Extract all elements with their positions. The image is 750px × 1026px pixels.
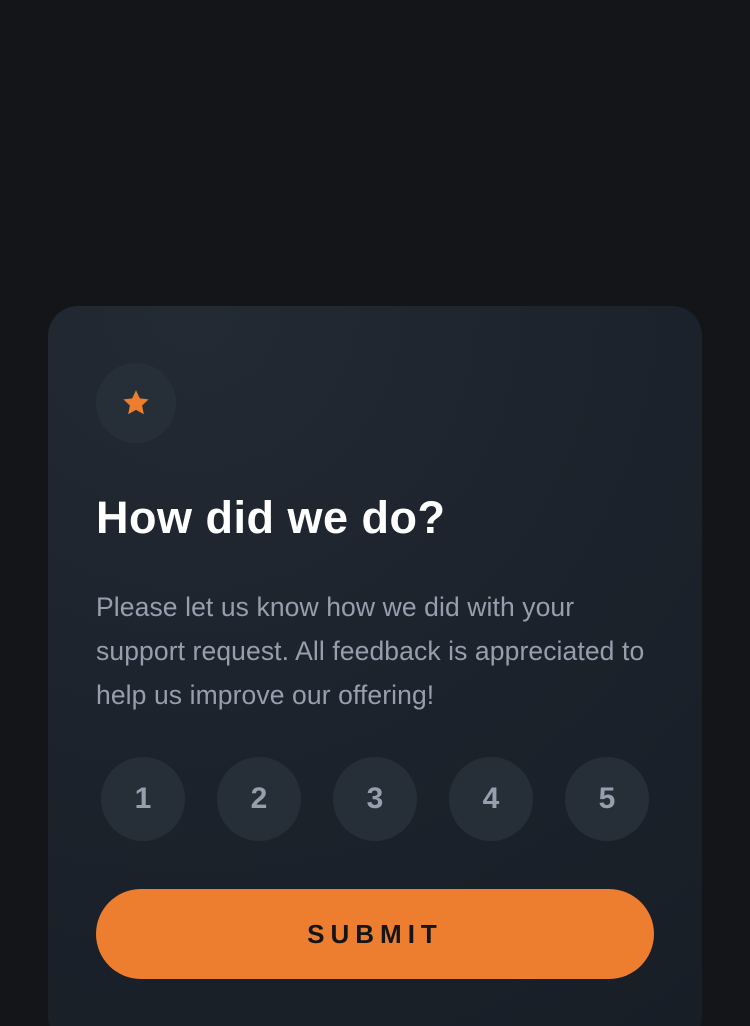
card-description: Please let us know how we did with your … — [96, 592, 645, 710]
rating-card: How did we do? Please let us know how we… — [48, 306, 702, 1026]
rating-button-4[interactable]: 4 — [449, 757, 533, 841]
star-badge — [96, 363, 176, 443]
rating-button-3[interactable]: 3 — [333, 757, 417, 841]
page: How did we do? Please let us know how we… — [0, 0, 750, 1026]
submit-button[interactable]: SUBMIT — [96, 889, 654, 979]
rating-button-1[interactable]: 1 — [101, 757, 185, 841]
card-title: How did we do? — [96, 492, 446, 543]
rating-button-2[interactable]: 2 — [217, 757, 301, 841]
star-icon — [123, 390, 149, 415]
rating-options: 1 2 3 4 5 — [101, 757, 649, 841]
rating-button-5[interactable]: 5 — [565, 757, 649, 841]
